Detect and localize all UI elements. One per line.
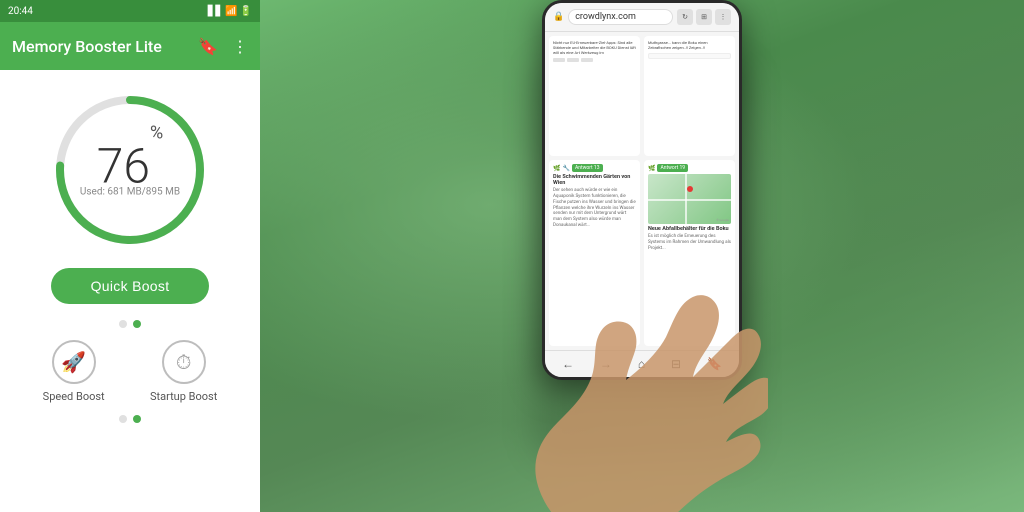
card-input-area [648,53,731,59]
card-action-btn3 [581,58,593,62]
leaf-icon: 🌿 [553,165,560,172]
card-top-right-text: Muthgasse... kann die Boku einen Zebrafi… [648,40,731,50]
speed-boost-icon-circle: 🚀 [52,340,96,384]
speed-boost-icon: 🚀 [61,350,86,374]
card-badge-19: Antwort 19 [657,164,688,172]
phone-card-top-left: Nicht nur EU-Erneuerbare-Ziel-Apps: Sind… [549,36,640,156]
startup-boost-icon-circle: ⏱ [162,340,206,384]
status-bar: 20:44 ▋▋ 📶 🔋 [0,0,260,22]
tools-icon: 🔧 [562,165,569,172]
card-header-right: 🌿 Antwort 19 [648,164,731,172]
app-header: Memory Booster Lite 🔖 ⋮ [0,22,260,70]
wifi-icon: 📶 [225,6,237,17]
photo-panel: 🔒 crowdlynx.com ↻ ⊞ ⋮ Nicht nur EU-Erneu… [260,0,1024,512]
card-header-left: 🌿 🔧 Antwort 13 [553,164,636,172]
speed-boost-option[interactable]: 🚀 Speed Boost [43,340,105,403]
hand-silhouette [488,232,768,512]
header-icons: 🔖 ⋮ [198,37,248,56]
map-pin [687,186,693,192]
startup-boost-option[interactable]: ⏱ Startup Boost [150,340,217,403]
circle-inner: 76 % Used: 681 MB/895 MB [80,143,180,198]
card-text-left: Der sehen auch würde er wie ein Aquaponi… [553,188,636,229]
browser-actions: ↻ ⊞ ⋮ [677,9,731,25]
battery-icon: 🔋 [240,6,252,17]
app-panel: 20:44 ▋▋ 📶 🔋 Memory Booster Lite 🔖 ⋮ 76 [0,0,260,512]
signal-icon: ▋▋ [208,6,223,17]
quick-boost-button[interactable]: Quick Boost [51,268,210,304]
dot-2-active [133,320,141,328]
map-road-vertical [685,174,687,224]
phone-card-top-right: Muthgasse... kann die Boku einen Zebrafi… [644,36,735,156]
card-action-btn2 [567,58,579,62]
main-content: 76 % Used: 681 MB/895 MB Quick Boost 🚀 S… [0,70,260,512]
page-dots-bottom [119,415,141,423]
boost-options: 🚀 Speed Boost ⏱ Startup Boost [10,340,250,403]
startup-boost-icon: ⏱ [176,350,192,374]
app-title: Memory Booster Lite [12,37,162,56]
card-action-row [553,58,636,62]
more-options-icon[interactable]: ⋮ [232,37,248,56]
speed-boost-label: Speed Boost [43,390,105,403]
bottom-dot-1 [119,415,127,423]
status-bar-left: 20:44 [8,6,33,17]
browser-url[interactable]: crowdlynx.com [568,9,673,25]
memory-circle: 76 % Used: 681 MB/895 MB [50,90,210,250]
card-title-left: Die Schwimmenden Gärten von Wien [553,174,636,186]
leaf-icon-right: 🌿 [648,165,655,172]
page-dots-top [119,320,141,328]
browser-refresh-btn[interactable]: ↻ [677,9,693,25]
browser-lock-icon: 🔒 [553,12,564,22]
dot-1 [119,320,127,328]
browser-tab-btn[interactable]: ⊞ [696,9,712,25]
card-map: © Google [648,174,731,224]
card-top-left-text: Nicht nur EU-Erneuerbare-Ziel-Apps: Sind… [553,40,636,56]
map-road-horizontal [648,199,731,201]
memory-percent-sign: % [150,123,163,144]
memory-percent: 76 [97,143,150,191]
card-badge-13: Antwort 13 [572,164,603,172]
bottom-dot-2-active [133,415,141,423]
bookmark-icon[interactable]: 🔖 [198,37,218,56]
status-bar-right: ▋▋ 📶 🔋 [208,6,252,17]
memory-used-text: Used: 681 MB/895 MB [80,187,180,198]
status-time: 20:44 [8,6,33,17]
startup-boost-label: Startup Boost [150,390,217,403]
phone-browser-bar: 🔒 crowdlynx.com ↻ ⊞ ⋮ [545,3,739,32]
card-action-btn [553,58,565,62]
browser-more-btn[interactable]: ⋮ [715,9,731,25]
map-attribution: © Google [716,218,729,222]
